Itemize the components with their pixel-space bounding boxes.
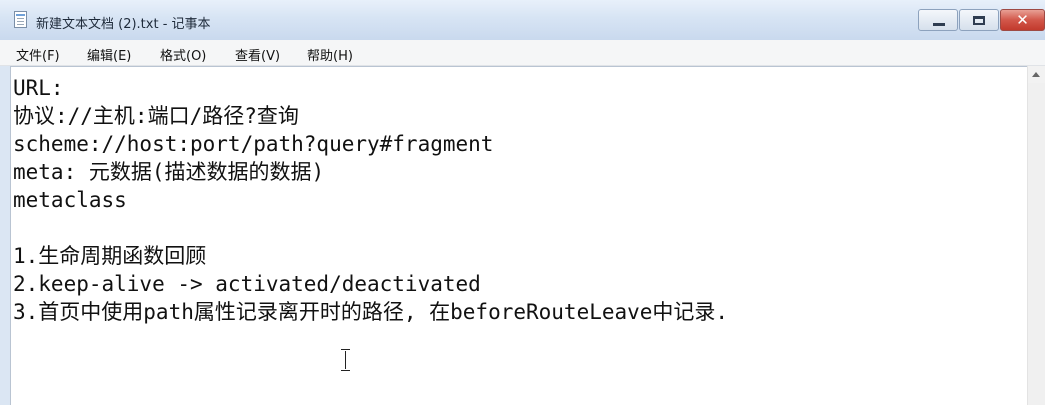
- caption-buttons: ✕: [917, 9, 1045, 33]
- text-line: 2.keep-alive -> activated/deactivated: [13, 272, 481, 296]
- text-line: 协议://主机:端口/路径?查询: [13, 104, 299, 128]
- minimize-button[interactable]: [918, 9, 958, 31]
- menu-format[interactable]: 格式(O): [160, 45, 206, 64]
- text-line: metaclass: [13, 188, 127, 212]
- scroll-up-arrow-icon[interactable]: [1028, 66, 1045, 83]
- minimize-icon: [933, 23, 945, 26]
- menu-edit[interactable]: 编辑(E): [87, 45, 131, 64]
- text-line: scheme://host:port/path?query#fragment: [13, 132, 494, 156]
- menu-bar: 文件(F) 编辑(E) 格式(O) 查看(V) 帮助(H): [0, 40, 1045, 66]
- text-line: URL:: [13, 76, 64, 100]
- menu-file[interactable]: 文件(F): [16, 45, 60, 64]
- text-line: 3.首页中使用path属性记录离开时的路径, 在beforeRouteLeave…: [13, 300, 729, 324]
- text-editor-area[interactable]: URL: 协议://主机:端口/路径?查询 scheme://host:port…: [10, 66, 1027, 405]
- notepad-icon[interactable]: [14, 11, 27, 28]
- window-title: 新建文本文档 (2).txt - 记事本: [36, 17, 211, 32]
- close-icon: ✕: [1016, 11, 1029, 29]
- text-line: 1.生命周期函数回顾: [13, 244, 207, 268]
- vertical-scrollbar[interactable]: [1027, 66, 1045, 405]
- close-button[interactable]: ✕: [1000, 9, 1045, 31]
- menu-help[interactable]: 帮助(H): [307, 45, 353, 64]
- title-bar[interactable]: 新建文本文档 (2).txt - 记事本 ✕: [0, 0, 1045, 41]
- menu-view[interactable]: 查看(V): [235, 45, 280, 64]
- i-beam-cursor-icon: [341, 349, 350, 371]
- notepad-window: 新建文本文档 (2).txt - 记事本 ✕ 文件(F) 编辑(E) 格式(O)…: [0, 0, 1045, 405]
- maximize-button[interactable]: [959, 9, 999, 31]
- maximize-icon: [973, 16, 985, 25]
- text-line: meta: 元数据(描述数据的数据): [13, 160, 325, 184]
